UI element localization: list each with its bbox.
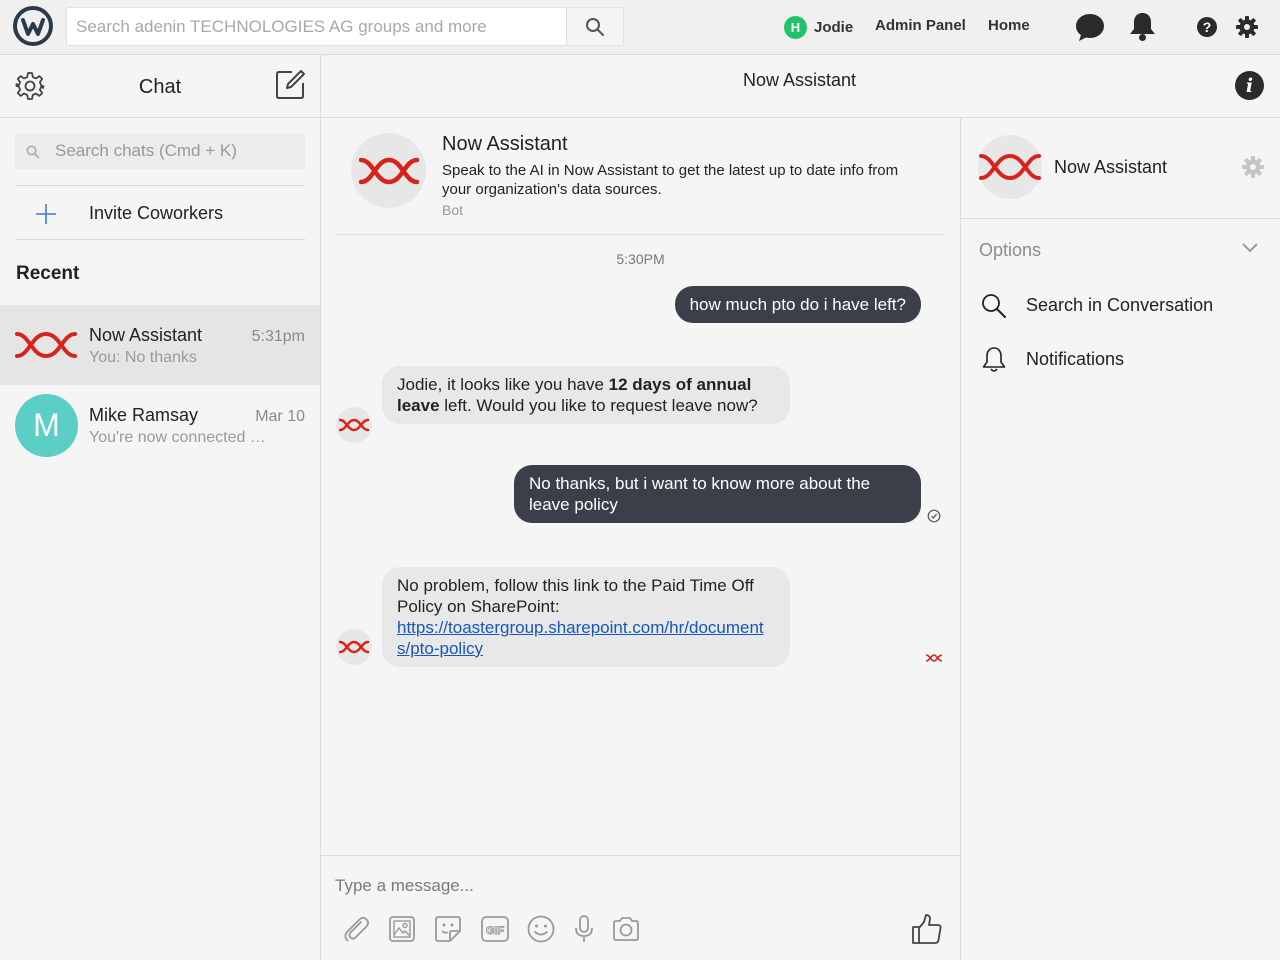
now-assistant-logo-icon bbox=[339, 418, 369, 432]
conversation-pane: Now Assistant i Now Assistant Speak to t… bbox=[321, 55, 1280, 960]
message-link[interactable]: https://toastergroup.sharepoint.com/hr/d… bbox=[397, 618, 764, 658]
invite-coworkers-label: Invite Coworkers bbox=[89, 203, 224, 223]
message-incoming[interactable]: Jodie, it looks like you have 12 days of… bbox=[382, 366, 790, 424]
chat-sidebar: Chat Invite Coworkers Recent Now Assista… bbox=[0, 55, 321, 960]
workplace-logo-icon[interactable] bbox=[13, 6, 53, 46]
message-text: left. Would you like to request leave no… bbox=[439, 396, 758, 415]
search-icon bbox=[586, 17, 604, 36]
gif-icon[interactable]: GIF bbox=[480, 914, 510, 944]
option-label: Notifications bbox=[1026, 349, 1125, 369]
conversation-name: Mike Ramsay bbox=[89, 405, 199, 425]
gear-icon[interactable] bbox=[1236, 16, 1258, 38]
invite-coworkers-button[interactable]: Invite Coworkers bbox=[15, 187, 305, 239]
details-panel: Now Assistant Options Search in Conversa… bbox=[960, 118, 1280, 960]
compose-icon[interactable] bbox=[275, 69, 306, 100]
conversation-item-now-assistant[interactable]: Now Assistant 5:31pm You: No thanks bbox=[0, 305, 320, 385]
read-receipt-icon bbox=[927, 509, 941, 523]
sticker-icon[interactable] bbox=[433, 914, 463, 944]
details-name: Now Assistant bbox=[1054, 157, 1168, 177]
bot-name: Now Assistant bbox=[442, 133, 568, 155]
message-outgoing[interactable]: how much pto do i have left? bbox=[674, 286, 921, 323]
svg-text:?: ? bbox=[1203, 19, 1212, 35]
bot-avatar bbox=[336, 629, 372, 665]
bot-tag: Bot bbox=[442, 202, 464, 218]
divider bbox=[15, 239, 305, 240]
global-search-input[interactable] bbox=[67, 8, 567, 45]
microphone-icon[interactable] bbox=[569, 914, 599, 944]
search-in-conversation-option[interactable]: Search in Conversation bbox=[979, 287, 1269, 323]
attachment-icon[interactable] bbox=[341, 914, 371, 944]
user-profile-link[interactable]: H Jodie bbox=[784, 15, 853, 39]
message-text: Jodie, it looks like you have bbox=[397, 375, 609, 394]
chat-search bbox=[15, 133, 305, 169]
thumbs-up-icon[interactable] bbox=[911, 913, 943, 945]
search-icon bbox=[982, 294, 1006, 318]
search-icon bbox=[26, 145, 40, 159]
recent-heading: Recent bbox=[16, 263, 80, 284]
bot-info-card: Now Assistant Speak to the AI in Now Ass… bbox=[336, 118, 944, 235]
bot-avatar bbox=[351, 133, 426, 208]
help-icon[interactable]: ? bbox=[1197, 17, 1217, 37]
chat-search-input[interactable] bbox=[55, 133, 300, 169]
top-bar: H Jodie Admin Panel Home ? bbox=[0, 0, 1280, 55]
chevron-down-icon[interactable] bbox=[1241, 242, 1259, 254]
global-search bbox=[66, 7, 624, 46]
seen-by-bot-icon bbox=[925, 654, 943, 662]
bell-icon[interactable] bbox=[1128, 11, 1157, 42]
plus-icon bbox=[36, 204, 56, 224]
conversation-time: Mar 10 bbox=[255, 408, 305, 425]
avatar: M bbox=[15, 394, 78, 457]
divider bbox=[15, 185, 305, 186]
image-icon[interactable] bbox=[387, 914, 417, 944]
conversation-time: 5:31pm bbox=[251, 328, 305, 345]
message-input[interactable] bbox=[335, 876, 935, 900]
admin-panel-link[interactable]: Admin Panel bbox=[875, 17, 966, 34]
message-text: No problem, follow this link to the Paid… bbox=[397, 576, 754, 616]
conversation-preview: You're now connected … bbox=[89, 429, 266, 446]
bot-avatar bbox=[978, 135, 1042, 199]
global-search-button[interactable] bbox=[566, 8, 623, 45]
now-assistant-logo-icon bbox=[979, 153, 1041, 181]
gear-icon[interactable] bbox=[1242, 156, 1264, 178]
svg-text:GIF: GIF bbox=[486, 925, 505, 937]
option-label: Search in Conversation bbox=[1026, 295, 1214, 315]
message-outgoing[interactable]: No thanks, but i want to know more about… bbox=[514, 465, 921, 523]
message-timestamp: 5:30PM bbox=[616, 251, 665, 267]
conversation-item-mike-ramsay[interactable]: M Mike Ramsay Mar 10 You're now connecte… bbox=[0, 385, 320, 465]
info-icon[interactable]: i bbox=[1235, 71, 1264, 100]
conversation-preview: You: No thanks bbox=[89, 349, 197, 366]
now-assistant-logo-icon bbox=[358, 157, 419, 184]
message-incoming[interactable]: No problem, follow this link to the Paid… bbox=[382, 567, 790, 667]
chat-bubble-icon[interactable] bbox=[1074, 12, 1106, 42]
emoji-icon[interactable] bbox=[526, 914, 556, 944]
conversation-header: Now Assistant i bbox=[321, 55, 1280, 118]
conversation-title: Now Assistant bbox=[743, 70, 857, 90]
options-heading[interactable]: Options bbox=[979, 240, 1041, 261]
bot-description: Speak to the AI in Now Assistant to get … bbox=[442, 162, 899, 198]
home-link[interactable]: Home bbox=[988, 17, 1030, 34]
now-assistant-logo-icon bbox=[15, 331, 77, 359]
sidebar-title: Chat bbox=[138, 76, 182, 98]
details-header: Now Assistant bbox=[961, 118, 1280, 219]
now-assistant-logo-icon bbox=[339, 640, 369, 654]
bot-avatar bbox=[336, 407, 372, 443]
conversation-name: Now Assistant bbox=[89, 325, 203, 345]
message-composer: GIF bbox=[321, 855, 960, 960]
camera-icon[interactable] bbox=[611, 914, 641, 944]
user-name: Jodie bbox=[814, 18, 854, 36]
bell-icon bbox=[982, 347, 1006, 372]
notifications-option[interactable]: Notifications bbox=[979, 341, 1269, 377]
sidebar-header: Chat bbox=[0, 55, 320, 118]
user-avatar: H bbox=[784, 15, 807, 39]
